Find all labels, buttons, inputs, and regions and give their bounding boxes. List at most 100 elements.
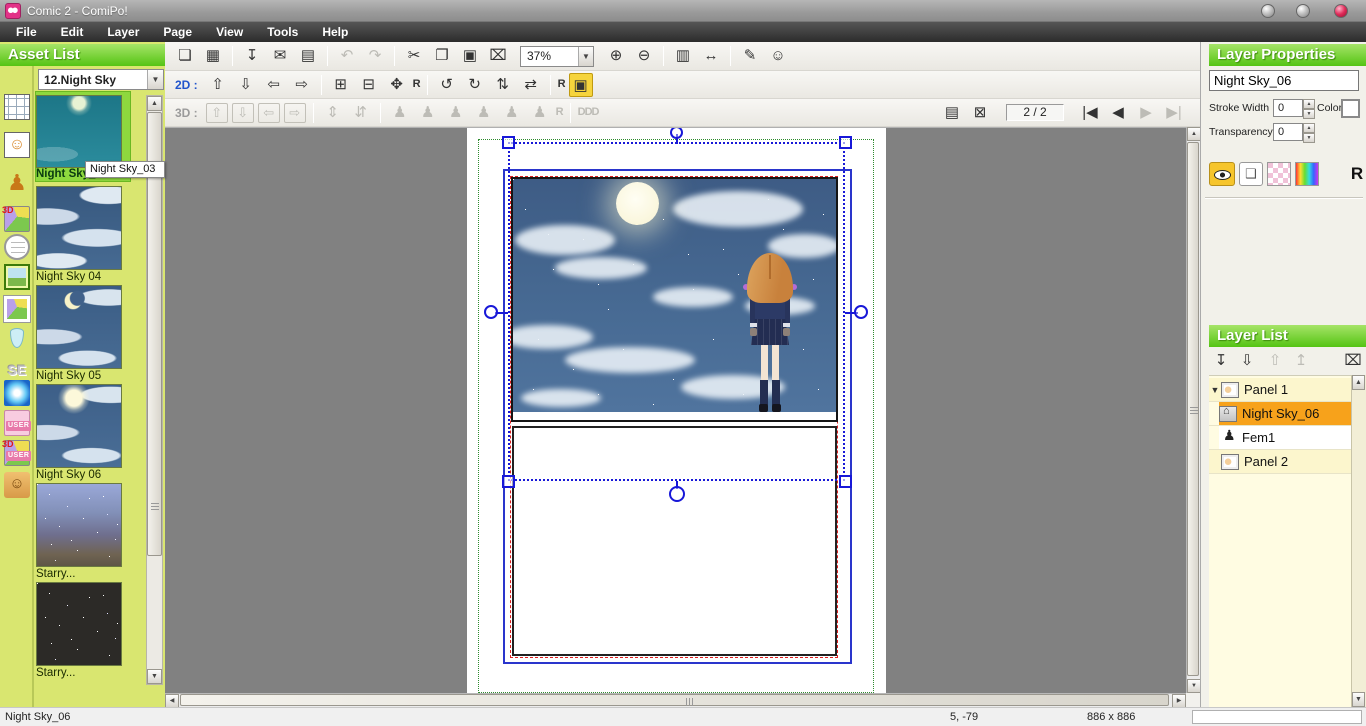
expand-triangle-icon[interactable]: ▼ — [1209, 385, 1221, 395]
minimize-button[interactable] — [1261, 4, 1275, 18]
rotation-handle-top[interactable] — [670, 127, 683, 139]
delete-icon[interactable]: ⌧ — [486, 44, 510, 68]
dropdown-arrow-icon[interactable]: ▼ — [147, 70, 163, 89]
character-body-icon[interactable]: ♟ — [4, 170, 30, 196]
copy-icon[interactable]: ❐ — [430, 44, 454, 68]
reset-rotation-icon[interactable]: R — [558, 73, 565, 97]
scroll-left-icon[interactable]: ◀ — [165, 694, 179, 708]
open-icon[interactable]: ❏ — [173, 44, 197, 68]
effect-flash-icon[interactable] — [4, 380, 30, 406]
layer-row-night-sky-06[interactable]: Night Sky_06 — [1209, 402, 1352, 426]
spin-up-icon[interactable]: ▲ — [1303, 123, 1315, 133]
flip-horizontal-icon[interactable]: ⇄ — [519, 73, 543, 97]
selection-handle-mid-right[interactable] — [854, 305, 868, 319]
prev-page-icon[interactable]: ◀ — [1106, 101, 1130, 125]
layer-row-fem1[interactable]: Fem1 — [1209, 426, 1352, 450]
select-mode-icon[interactable]: ❑ — [1239, 162, 1263, 186]
layer-name-field[interactable] — [1209, 70, 1359, 91]
layer-row-panel-1[interactable]: ▼Panel 1 — [1209, 378, 1352, 402]
enlarge-icon[interactable]: ⊞ — [329, 73, 353, 97]
move-layer-down-icon[interactable]: ⇩ — [1235, 349, 1259, 373]
scroll-up-icon[interactable]: ▲ — [147, 96, 162, 111]
selection-handle-top-right[interactable] — [839, 136, 852, 149]
menu-tools[interactable]: Tools — [255, 22, 310, 42]
scroll-down-icon[interactable]: ▼ — [147, 669, 162, 684]
cut-icon[interactable]: ✂ — [402, 44, 426, 68]
zoom-dropdown-arrow-icon[interactable]: ▼ — [578, 47, 593, 66]
visibility-toggle[interactable] — [1209, 162, 1235, 186]
character-maker-icon[interactable]: ☺ — [766, 44, 790, 68]
comic-page[interactable] — [467, 128, 886, 693]
character-3d-icon[interactable]: 3D — [4, 206, 30, 232]
spin-down-icon[interactable]: ▼ — [1303, 133, 1315, 143]
fit-page-icon[interactable]: ▥ — [671, 44, 695, 68]
asset-thumbnail-2[interactable] — [36, 186, 122, 270]
stroke-width-stepper[interactable]: ▲ ▼ — [1303, 99, 1315, 117]
character-face-icon[interactable]: ☺ — [4, 132, 30, 158]
asset-thumbnail-5[interactable] — [36, 483, 122, 567]
zoom-out-icon[interactable]: ⊖ — [632, 44, 656, 68]
publish-icon[interactable]: ✉ — [268, 44, 292, 68]
rotate-cw-icon[interactable]: ↻ — [463, 73, 487, 97]
scroll-up-icon[interactable]: ▲ — [1187, 127, 1201, 141]
move-down-icon[interactable]: ⇩ — [234, 73, 258, 97]
move-right-icon[interactable]: ⇨ — [290, 73, 314, 97]
selection-handle-bottom-left[interactable] — [502, 475, 515, 488]
print-icon[interactable]: ▤ — [296, 44, 320, 68]
fit-width-icon[interactable]: ↔ — [699, 44, 723, 68]
rotate-ccw-icon[interactable]: ↺ — [435, 73, 459, 97]
clipping-icon[interactable]: ▣ — [569, 73, 593, 97]
selection-handle-mid-left[interactable] — [484, 305, 498, 319]
panel-layout-icon[interactable] — [4, 94, 30, 120]
menu-layer[interactable]: Layer — [95, 22, 151, 42]
move-layer-bottom-icon[interactable]: ↧ — [1209, 349, 1233, 373]
shrink-icon[interactable]: ⊟ — [357, 73, 381, 97]
layer-list-scrollbar[interactable]: ▲ ▼ — [1351, 375, 1366, 707]
stroke-width-value[interactable]: 0 — [1273, 99, 1303, 117]
scrollbar-thumb[interactable] — [1187, 142, 1199, 676]
save-icon[interactable]: ▦ — [201, 44, 225, 68]
export-icon[interactable]: ↧ — [240, 44, 264, 68]
scroll-down-icon[interactable]: ▼ — [1187, 679, 1201, 693]
selection-handle-top-left[interactable] — [502, 136, 515, 149]
scroll-up-icon[interactable]: ▲ — [1352, 375, 1365, 390]
transparency-stepper[interactable]: ▲ ▼ — [1303, 123, 1315, 141]
layer-row-panel-2[interactable]: Panel 2 — [1209, 450, 1352, 474]
pattern-fill-icon[interactable] — [1267, 162, 1291, 186]
asset-category-dropdown[interactable]: 12.Night Sky ▼ — [38, 69, 164, 90]
effect-drop-icon[interactable] — [10, 328, 24, 348]
canvas-vertical-scrollbar[interactable]: ▲ ▼ — [1186, 127, 1200, 693]
speech-bubble-icon[interactable] — [4, 234, 30, 260]
delete-layer-icon[interactable]: ⌧ — [1341, 349, 1365, 373]
delete-page-icon[interactable]: ⊠ — [968, 101, 992, 125]
zoom-in-icon[interactable]: ⊕ — [604, 44, 628, 68]
move-left-icon[interactable]: ⇦ — [262, 73, 286, 97]
free-transform-icon[interactable]: ✥ — [385, 73, 409, 97]
rotation-handle-bottom[interactable] — [669, 486, 685, 502]
color-swatch[interactable] — [1341, 99, 1360, 118]
canvas-area[interactable] — [165, 127, 1186, 693]
zoom-level-combo[interactable]: 37% ▼ — [520, 46, 594, 67]
asset-scrollbar[interactable]: ▲ ▼ — [146, 95, 163, 685]
scrollbar-thumb[interactable] — [180, 694, 1169, 706]
gradient-fill-icon[interactable] — [1295, 162, 1319, 186]
close-button[interactable] — [1334, 4, 1348, 18]
spin-down-icon[interactable]: ▼ — [1303, 109, 1315, 119]
move-up-icon[interactable]: ⇧ — [206, 73, 230, 97]
spin-up-icon[interactable]: ▲ — [1303, 99, 1315, 109]
item-3d-icon[interactable] — [4, 296, 30, 322]
first-page-icon[interactable]: |◀ — [1078, 101, 1102, 125]
menu-help[interactable]: Help — [310, 22, 360, 42]
user-3d-icon[interactable]: 3DUSER — [4, 440, 30, 466]
menu-page[interactable]: Page — [151, 22, 204, 42]
asset-thumbnail-3[interactable] — [36, 285, 122, 369]
background-scene-icon[interactable] — [4, 264, 30, 290]
asset-thumbnail-4[interactable] — [36, 384, 122, 468]
flip-vertical-icon[interactable]: ⇅ — [491, 73, 515, 97]
asset-thumbnail-1[interactable] — [36, 95, 122, 168]
add-page-icon[interactable]: ▤ — [940, 101, 964, 125]
story-editor-icon[interactable]: ✎ — [738, 44, 762, 68]
menu-view[interactable]: View — [204, 22, 255, 42]
maximize-button[interactable] — [1296, 4, 1310, 18]
comipo-item-icon[interactable]: ☺ — [4, 472, 30, 498]
